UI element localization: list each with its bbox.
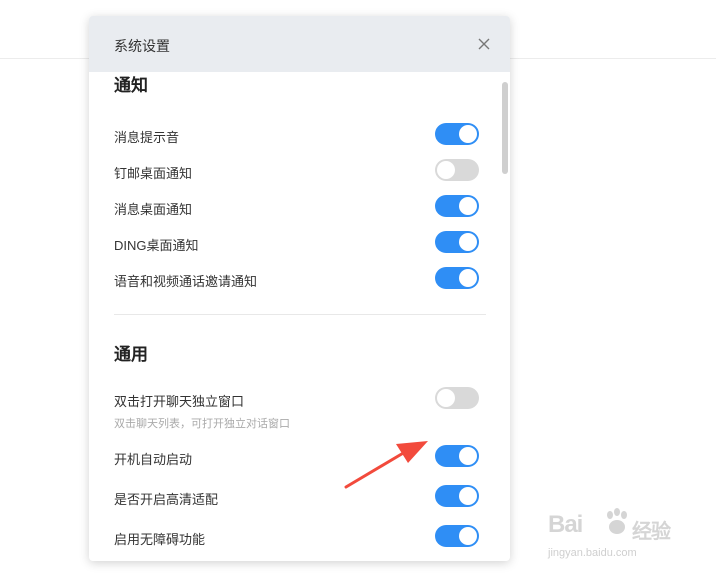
toggle-knob (437, 389, 455, 407)
toggle-knob (459, 233, 477, 251)
toggle-knob (459, 197, 477, 215)
setting-desc-double-click-window: 双击聊天列表，可打开独立对话窗口 (114, 418, 290, 430)
toggle-knob (459, 527, 477, 545)
section-title-notifications: 通知 (114, 76, 148, 95)
toggle-knob (459, 269, 477, 287)
toggle-auto-start[interactable] (435, 445, 479, 467)
setting-label-hd-adapt: 是否开启高清适配 (114, 492, 219, 507)
setting-label-double-click-window: 双击打开聊天独立窗口 (114, 394, 245, 409)
close-icon[interactable] (476, 36, 492, 52)
watermark-brand-cn: 经验 (632, 521, 671, 543)
watermark-brand: Bai (548, 511, 583, 538)
toggle-knob (459, 447, 477, 465)
toggle-hd-adapt[interactable] (435, 485, 479, 507)
system-settings-dialog: 系统设置 通知 消息提示音 钉邮桌面通知 消息桌面通知 DING桌面通知 语音和… (89, 16, 510, 561)
toggle-mail-desktop-notify[interactable] (435, 159, 479, 181)
toggle-double-click-window[interactable] (435, 387, 479, 409)
baidu-jingyan-watermark: Bai 经验 jingyan.baidu.com (548, 505, 688, 569)
toggle-call-invite-notify[interactable] (435, 267, 479, 289)
dialog-header: 系统设置 (89, 16, 510, 72)
settings-content: 通知 消息提示音 钉邮桌面通知 消息桌面通知 DING桌面通知 语音和视频通话邀… (89, 72, 510, 561)
toggle-knob (437, 161, 455, 179)
setting-label-ding-desktop-notify: DING桌面通知 (114, 238, 199, 253)
toggle-knob (459, 487, 477, 505)
watermark-url: jingyan.baidu.com (548, 547, 637, 559)
section-title-general: 通用 (114, 345, 148, 364)
setting-label-mail-desktop-notify: 钉邮桌面通知 (114, 166, 193, 181)
toggle-ding-desktop-notify[interactable] (435, 231, 479, 253)
toggle-message-sound[interactable] (435, 123, 479, 145)
toggle-accessibility[interactable] (435, 525, 479, 547)
setting-label-message-sound: 消息提示音 (114, 130, 180, 145)
setting-label-accessibility: 启用无障碍功能 (114, 532, 206, 547)
toggle-knob (459, 125, 477, 143)
setting-label-auto-start: 开机自动启动 (114, 452, 193, 467)
setting-label-message-desktop-notify: 消息桌面通知 (114, 202, 193, 217)
scrollbar-thumb[interactable] (502, 82, 508, 174)
section-divider (114, 314, 486, 315)
scrollbar[interactable] (502, 76, 508, 556)
paw-logo-icon (607, 508, 627, 534)
setting-label-call-invite-notify: 语音和视频通话邀请通知 (114, 274, 258, 289)
dialog-title: 系统设置 (114, 38, 170, 54)
toggle-message-desktop-notify[interactable] (435, 195, 479, 217)
